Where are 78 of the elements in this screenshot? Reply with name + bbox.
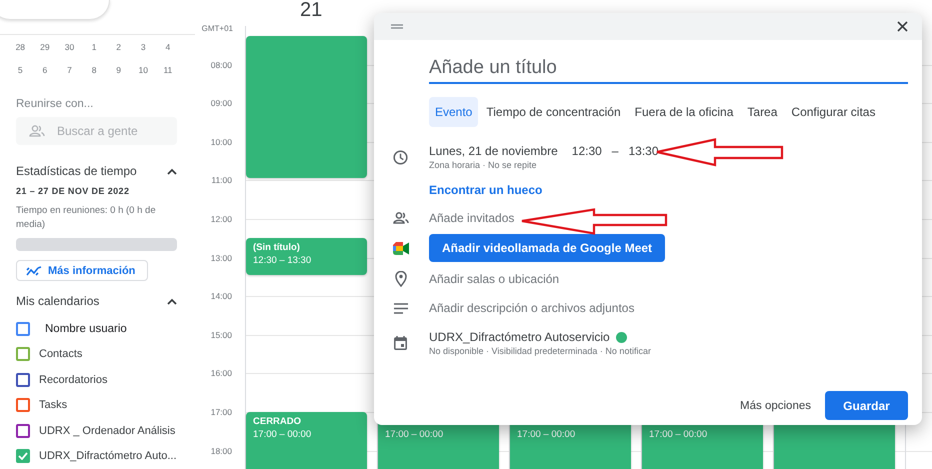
calendar-day[interactable]: 1	[82, 42, 106, 52]
day-number[interactable]: 21	[300, 0, 322, 21]
trend-icon	[26, 264, 42, 276]
date-range: 21 – 27 DE NOV DE 2022	[16, 186, 130, 196]
hour-label: 12:00	[210, 214, 232, 224]
end-time[interactable]: 13:30	[628, 144, 659, 158]
event-block[interactable]: CERRADO 17:00 – 00:00	[246, 412, 367, 469]
people-icon	[29, 125, 45, 137]
calendar-name: Nombre usuario	[45, 322, 127, 335]
video-camera-icon	[392, 242, 408, 254]
event-block[interactable]: (Sin título) 12:30 – 13:30	[246, 238, 367, 275]
calendar-day[interactable]: 28	[8, 42, 33, 52]
calendar-day[interactable]: 29	[32, 42, 58, 52]
drag-handle-icon[interactable]	[391, 24, 403, 29]
calendar-day[interactable]: 3	[130, 42, 156, 52]
event-type-tab[interactable]: Fuera de la oficina	[628, 97, 740, 127]
location-field[interactable]: Añadir salas o ubicación	[429, 272, 560, 286]
calendar-name: Contacts	[39, 348, 82, 360]
chevron-up-icon[interactable]	[167, 168, 177, 174]
event-type-tab[interactable]: Tiempo de concentración	[480, 97, 627, 127]
calendar-day[interactable]: 10	[130, 64, 156, 74]
time-separator: –	[612, 144, 618, 158]
start-time[interactable]: 12:30	[572, 144, 602, 158]
event-type-tab[interactable]: Configurar citas	[785, 97, 882, 127]
calendar-day[interactable]: 9	[106, 64, 131, 74]
calendar-day[interactable]: 7	[57, 64, 82, 74]
people-icon	[392, 212, 408, 224]
calendar-day[interactable]: 11	[156, 64, 180, 74]
clock-icon	[393, 150, 408, 164]
calendar-name: UDRX _ Ordenador Análisis	[39, 424, 176, 437]
calendar-details: No disponible · Visibilidad predeterminada · No notificar	[429, 346, 651, 356]
section-heading: Estadísticas de tiempo	[16, 164, 137, 178]
hour-label: 11:00	[211, 175, 232, 186]
section-heading: Mis calendarios	[16, 294, 100, 308]
hour-label: 10:00	[210, 136, 232, 147]
timezone-label: GMT+01	[200, 24, 233, 33]
calendar-checkbox[interactable]	[16, 424, 30, 438]
calendar-name: UDRX_Difractómetro Auto...	[39, 450, 177, 462]
hour-label: 09:00	[210, 98, 232, 108]
section-heading: Reunirse con...	[16, 98, 94, 110]
meeting-time-summary: Tiempo en reuniones: 0 h (0 h de media)	[16, 204, 157, 232]
hour-label: 17:00	[210, 407, 232, 417]
chevron-up-icon[interactable]	[167, 298, 177, 304]
calendar-name: Tasks	[39, 399, 68, 412]
calendar-day[interactable]: 8	[82, 64, 106, 74]
find-time-link[interactable]: Encontrar un hueco	[429, 183, 542, 197]
description-field[interactable]: Añadir descripción o archivos adjuntos	[429, 301, 634, 315]
hour-label: 16:00	[210, 368, 232, 378]
description-icon	[394, 302, 408, 314]
calendar-icon	[394, 336, 407, 350]
calendar-checkbox[interactable]	[16, 372, 30, 387]
recurrence-info[interactable]: Zona horaria · No se repite	[429, 160, 659, 170]
calendar-checkbox[interactable]	[16, 398, 30, 412]
calendar-day[interactable]: 6	[32, 64, 58, 74]
event-date[interactable]: Lunes, 21 de noviembre	[429, 144, 558, 158]
calendar-day[interactable]: 30	[57, 42, 82, 52]
event-type-tab[interactable]: Tarea	[741, 97, 784, 127]
calendar-day[interactable]: 5	[8, 64, 33, 74]
calendar-checkbox[interactable]	[16, 449, 30, 464]
save-button[interactable]: Guardar	[825, 391, 908, 420]
add-video-call-button[interactable]: Añadir videollamada de Google Meet	[429, 234, 666, 262]
hour-label: 08:00	[210, 60, 232, 70]
hour-label: 14:00	[210, 291, 232, 302]
calendar-checkbox[interactable]	[16, 347, 30, 362]
guests-field[interactable]: Añade invitados	[429, 211, 514, 225]
more-info-button[interactable]: Más información	[16, 260, 148, 281]
hour-label: 18:00	[210, 446, 232, 456]
location-pin-icon	[394, 271, 406, 287]
more-options-button[interactable]: Más opciones	[738, 394, 813, 418]
calendar-name[interactable]: UDRX_Difractómetro Autoservicio	[429, 330, 610, 344]
event-type-tab[interactable]: Evento	[429, 97, 478, 127]
calendar-name: Recordatorios	[39, 374, 108, 386]
hour-label: 13:00	[210, 252, 232, 263]
calendar-day[interactable]: 4	[156, 42, 180, 52]
calendar-checkbox[interactable]	[16, 322, 30, 336]
close-icon[interactable]	[897, 21, 908, 32]
calendar-day[interactable]: 2	[106, 42, 131, 52]
hour-label: 15:00	[210, 330, 232, 340]
